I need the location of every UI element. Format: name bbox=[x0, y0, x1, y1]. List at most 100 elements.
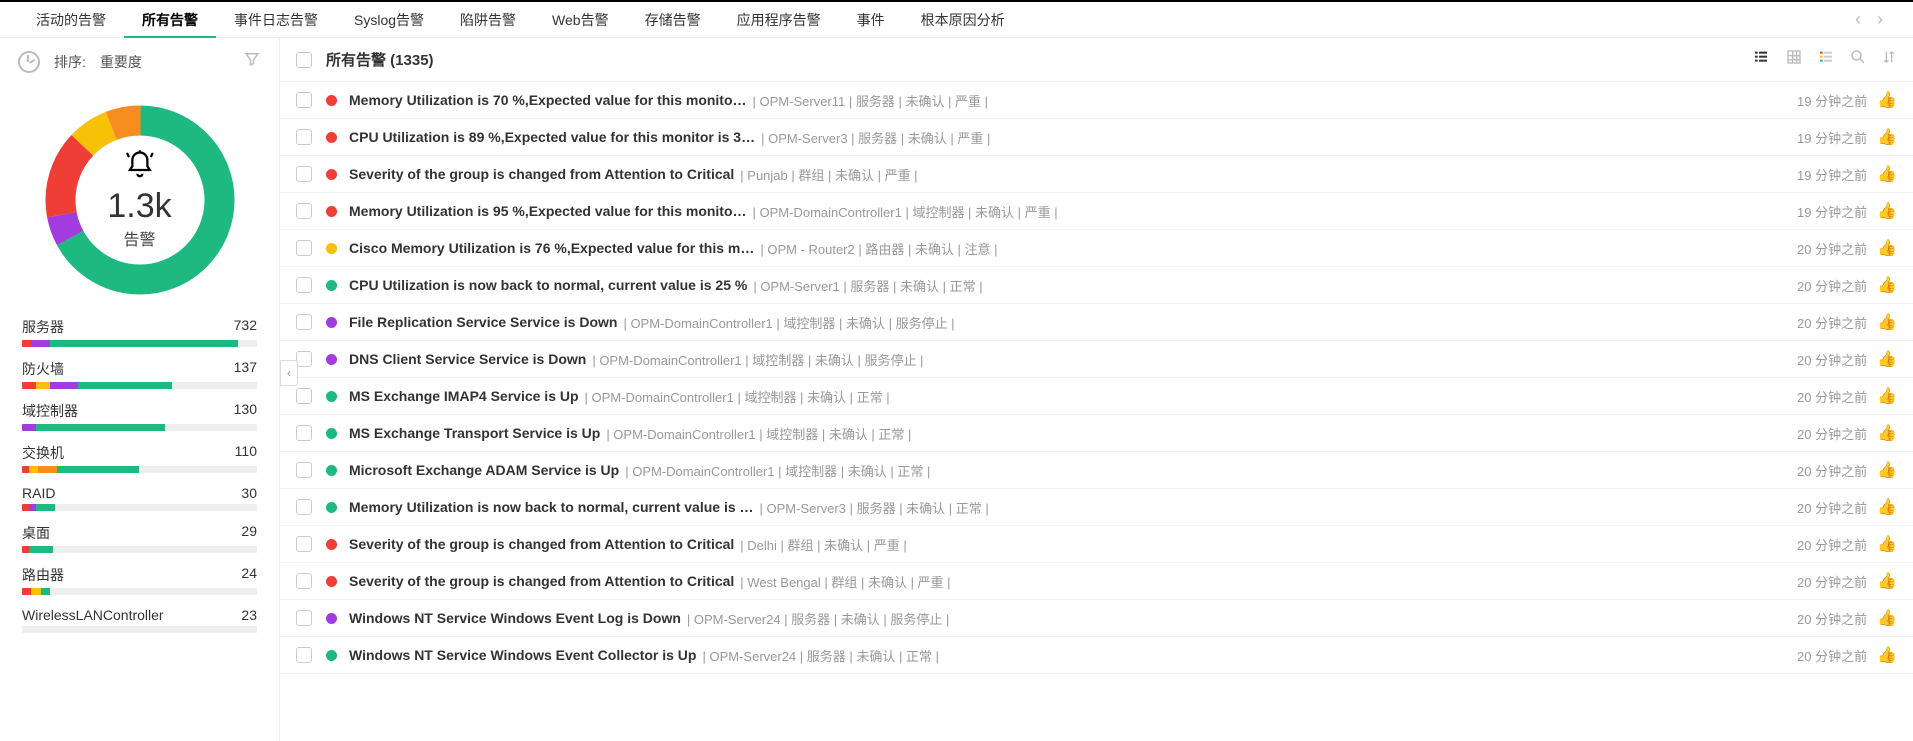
alarm-row[interactable]: File Replication Service Service is Down… bbox=[280, 304, 1913, 341]
alarm-row[interactable]: Severity of the group is changed from At… bbox=[280, 563, 1913, 600]
donut-label: 告警 bbox=[107, 226, 171, 250]
row-checkbox[interactable] bbox=[296, 425, 312, 441]
alarm-row[interactable]: Microsoft Exchange ADAM Service is Up| O… bbox=[280, 452, 1913, 489]
tab-5[interactable]: Web告警 bbox=[534, 2, 627, 38]
alarm-row[interactable]: MS Exchange IMAP4 Service is Up| OPM-Dom… bbox=[280, 378, 1913, 415]
alarm-meta: | OPM - Router2 | 路由器 | 未确认 | 注意 | bbox=[760, 239, 997, 258]
view-list-icon[interactable] bbox=[1751, 49, 1771, 70]
search-icon[interactable] bbox=[1849, 48, 1867, 71]
view-color-icon[interactable] bbox=[1817, 49, 1835, 70]
category-item[interactable]: 路由器24 bbox=[22, 565, 257, 595]
thumbs-up-icon[interactable]: 👍 bbox=[1877, 90, 1897, 110]
thumbs-up-icon[interactable]: 👍 bbox=[1877, 460, 1897, 480]
row-checkbox[interactable] bbox=[296, 536, 312, 552]
alarm-meta: | OPM-DomainController1 | 域控制器 | 未确认 | 服… bbox=[623, 313, 954, 332]
row-checkbox[interactable] bbox=[296, 166, 312, 182]
tab-8[interactable]: 事件 bbox=[839, 2, 903, 38]
row-checkbox[interactable] bbox=[296, 647, 312, 663]
alarm-message: Windows NT Service Windows Event Collect… bbox=[349, 647, 696, 663]
severity-dot bbox=[326, 243, 337, 254]
thumbs-up-icon[interactable]: 👍 bbox=[1877, 386, 1897, 406]
row-checkbox[interactable] bbox=[296, 610, 312, 626]
category-item[interactable]: 桌面29 bbox=[22, 523, 257, 553]
sort-value[interactable]: 重要度 bbox=[100, 52, 142, 72]
alarm-meta: | OPM-DomainController1 | 域控制器 | 未确认 | 正… bbox=[625, 461, 930, 480]
category-item[interactable]: 交换机110 bbox=[22, 443, 257, 473]
sidebar-collapse-icon[interactable]: ‹ bbox=[280, 360, 298, 386]
tab-0[interactable]: 活动的告警 bbox=[18, 2, 124, 38]
alarm-row[interactable]: Severity of the group is changed from At… bbox=[280, 156, 1913, 193]
category-item[interactable]: WirelessLANController23 bbox=[22, 607, 257, 633]
alarm-row[interactable]: MS Exchange Transport Service is Up| OPM… bbox=[280, 415, 1913, 452]
category-item[interactable]: RAID30 bbox=[22, 485, 257, 511]
tab-4[interactable]: 陷阱告警 bbox=[442, 2, 534, 38]
tab-3[interactable]: Syslog告警 bbox=[336, 2, 442, 38]
sort-arrows-icon[interactable] bbox=[1881, 48, 1897, 71]
row-checkbox[interactable] bbox=[296, 203, 312, 219]
thumbs-up-icon[interactable]: 👍 bbox=[1877, 127, 1897, 147]
row-checkbox[interactable] bbox=[296, 92, 312, 108]
select-all-checkbox[interactable] bbox=[296, 52, 312, 68]
alarm-row[interactable]: Memory Utilization is 95 %,Expected valu… bbox=[280, 193, 1913, 230]
tab-next-icon[interactable]: › bbox=[1873, 9, 1887, 30]
alarm-row[interactable]: CPU Utilization is now back to normal, c… bbox=[280, 267, 1913, 304]
thumbs-up-icon[interactable]: 👍 bbox=[1877, 349, 1897, 369]
filter-icon[interactable] bbox=[243, 50, 261, 73]
alarm-row[interactable]: Windows NT Service Windows Event Collect… bbox=[280, 637, 1913, 674]
alarm-meta: | OPM-Server24 | 服务器 | 未确认 | 服务停止 | bbox=[687, 609, 949, 628]
thumbs-up-icon[interactable]: 👍 bbox=[1877, 423, 1897, 443]
row-checkbox[interactable] bbox=[296, 499, 312, 515]
category-list: 服务器732 防火墙137 域控制器130 交换机110 RAID30 桌面29 路由器24… bbox=[0, 309, 279, 653]
alarm-row[interactable]: Memory Utilization is now back to normal… bbox=[280, 489, 1913, 526]
thumbs-up-icon[interactable]: 👍 bbox=[1877, 312, 1897, 332]
alarm-meta: | West Bengal | 群组 | 未确认 | 严重 | bbox=[740, 572, 950, 591]
bell-icon bbox=[107, 150, 171, 187]
category-name: 域控制器 bbox=[22, 401, 78, 421]
row-checkbox[interactable] bbox=[296, 388, 312, 404]
alarm-row[interactable]: Severity of the group is changed from At… bbox=[280, 526, 1913, 563]
thumbs-up-icon[interactable]: 👍 bbox=[1877, 275, 1897, 295]
severity-dot bbox=[326, 317, 337, 328]
tab-bar: 活动的告警所有告警事件日志告警Syslog告警陷阱告警Web告警存储告警应用程序… bbox=[0, 2, 1913, 38]
alarm-row[interactable]: Memory Utilization is 70 %,Expected valu… bbox=[280, 82, 1913, 119]
tab-6[interactable]: 存储告警 bbox=[627, 2, 719, 38]
alarm-row[interactable]: Cisco Memory Utilization is 76 %,Expecte… bbox=[280, 230, 1913, 267]
tab-1[interactable]: 所有告警 bbox=[124, 2, 216, 38]
alarm-message: Windows NT Service Windows Event Log is … bbox=[349, 610, 681, 626]
alarm-meta: | OPM-Server24 | 服务器 | 未确认 | 正常 | bbox=[702, 646, 938, 665]
thumbs-up-icon[interactable]: 👍 bbox=[1877, 497, 1897, 517]
tab-9[interactable]: 根本原因分析 bbox=[903, 2, 1023, 38]
row-checkbox[interactable] bbox=[296, 314, 312, 330]
tab-2[interactable]: 事件日志告警 bbox=[216, 2, 336, 38]
row-checkbox[interactable] bbox=[296, 351, 312, 367]
clock-icon[interactable] bbox=[18, 51, 40, 73]
thumbs-up-icon[interactable]: 👍 bbox=[1877, 645, 1897, 665]
alarm-time: 20 分钟之前 bbox=[1797, 609, 1867, 628]
thumbs-up-icon[interactable]: 👍 bbox=[1877, 164, 1897, 184]
row-checkbox[interactable] bbox=[296, 462, 312, 478]
category-item[interactable]: 服务器732 bbox=[22, 317, 257, 347]
alarm-time: 20 分钟之前 bbox=[1797, 313, 1867, 332]
row-checkbox[interactable] bbox=[296, 129, 312, 145]
thumbs-up-icon[interactable]: 👍 bbox=[1877, 201, 1897, 221]
alarm-donut-chart[interactable]: 1.3k 告警 bbox=[35, 95, 245, 305]
alarm-meta: | Delhi | 群组 | 未确认 | 严重 | bbox=[740, 535, 906, 554]
tab-prev-icon[interactable]: ‹ bbox=[1851, 9, 1865, 30]
thumbs-up-icon[interactable]: 👍 bbox=[1877, 238, 1897, 258]
alarm-row[interactable]: CPU Utilization is 89 %,Expected value f… bbox=[280, 119, 1913, 156]
thumbs-up-icon[interactable]: 👍 bbox=[1877, 571, 1897, 591]
view-grid-icon[interactable] bbox=[1785, 49, 1803, 70]
category-item[interactable]: 域控制器130 bbox=[22, 401, 257, 431]
tab-7[interactable]: 应用程序告警 bbox=[719, 2, 839, 38]
severity-dot bbox=[326, 206, 337, 217]
alarm-message: Cisco Memory Utilization is 76 %,Expecte… bbox=[349, 240, 754, 256]
row-checkbox[interactable] bbox=[296, 277, 312, 293]
row-checkbox[interactable] bbox=[296, 573, 312, 589]
thumbs-up-icon[interactable]: 👍 bbox=[1877, 534, 1897, 554]
row-checkbox[interactable] bbox=[296, 240, 312, 256]
alarm-row[interactable]: Windows NT Service Windows Event Log is … bbox=[280, 600, 1913, 637]
alarm-row[interactable]: DNS Client Service Service is Down| OPM-… bbox=[280, 341, 1913, 378]
category-item[interactable]: 防火墙137 bbox=[22, 359, 257, 389]
alarm-meta: | OPM-Server3 | 服务器 | 未确认 | 严重 | bbox=[761, 128, 990, 147]
thumbs-up-icon[interactable]: 👍 bbox=[1877, 608, 1897, 628]
